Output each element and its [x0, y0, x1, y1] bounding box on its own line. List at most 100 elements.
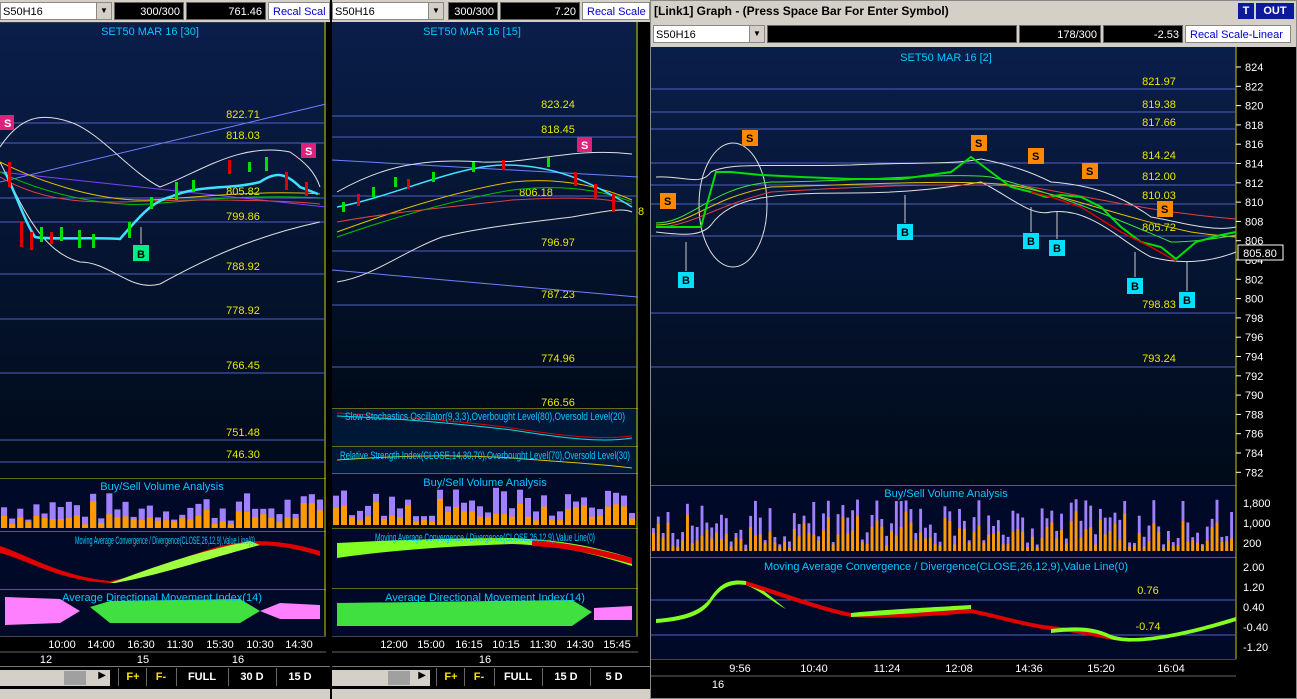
volume-bar	[421, 520, 427, 525]
bottom-toolbar: ▶ F+ F- FULL 30 D 15 D	[0, 666, 330, 690]
volume-bar	[252, 517, 259, 528]
volume-bar	[1108, 531, 1112, 551]
macd-title: Moving Average Convergence / Divergence(…	[764, 561, 1128, 573]
volume-bar	[138, 519, 145, 528]
price-axis-label: 808	[1245, 216, 1263, 228]
volume-bar	[1040, 538, 1044, 551]
volume-bar	[943, 518, 947, 551]
price-chart[interactable]: SET50 MAR 16 [30] 822.71 818.03 805.82 7…	[0, 22, 330, 478]
volume-bar	[797, 536, 801, 551]
time-label: 16:30	[127, 639, 155, 651]
volume-bar	[501, 514, 507, 525]
symbol-input[interactable]: S50H16 ▼	[653, 25, 765, 43]
time-label: 15:30	[206, 639, 234, 651]
volume-bar	[676, 546, 680, 551]
zoom-out-button[interactable]: F-	[464, 668, 493, 686]
volume-bar	[557, 520, 563, 525]
macd-axis-label: 1.20	[1243, 582, 1264, 594]
volume-bar	[933, 544, 937, 551]
level-label: 799.86	[226, 211, 260, 223]
volume-bar	[581, 505, 587, 525]
volume-bar	[227, 524, 234, 528]
zoom-in-button[interactable]: F+	[436, 668, 465, 686]
volume-bar	[405, 505, 411, 525]
volume-bar	[754, 535, 757, 551]
volume-bar	[90, 501, 97, 528]
range-5d-button[interactable]: 5 D	[590, 668, 637, 686]
window-titlebar[interactable]: [Link1] Graph - (Press Space Bar For Ent…	[651, 1, 1296, 21]
full-button[interactable]: FULL	[176, 668, 227, 686]
level-label: 817.66	[1142, 117, 1176, 129]
symbol-input[interactable]: S50H16 ▼	[0, 2, 112, 20]
recal-scale-button[interactable]: Recal Scale-Linear	[1185, 25, 1291, 43]
price-axis-label: 792	[1245, 371, 1263, 383]
price-axis-label: 822	[1245, 81, 1263, 93]
rsi-title: Relative Strength Index(CLOSE,14,30,70),…	[340, 450, 630, 462]
scroll-right-icon[interactable]: ▶	[418, 670, 426, 681]
volume-bar	[822, 530, 825, 551]
out-button[interactable]: OUT	[1256, 3, 1294, 19]
price-axis-label: 800	[1245, 294, 1263, 306]
volume-bar	[1210, 527, 1214, 551]
time-label: 16:15	[455, 639, 483, 651]
scroll-thumb[interactable]	[64, 671, 86, 685]
volume-bar	[163, 520, 170, 528]
volume-bar	[972, 532, 976, 551]
volume-bar	[82, 524, 89, 528]
chevron-down-icon[interactable]: ▼	[428, 3, 443, 19]
zoom-out-button[interactable]: F-	[146, 668, 175, 686]
scroll-thumb[interactable]	[388, 671, 410, 685]
level-label: 821.97	[1142, 76, 1176, 88]
volume-bar	[715, 532, 719, 551]
price-chart[interactable]: SET50 MAR 16 [2] 821.97 819.38 817.66 81…	[651, 47, 1296, 485]
zoom-in-button[interactable]: F+	[118, 668, 147, 686]
volume-bar	[41, 517, 48, 528]
scrollbar[interactable]: ▶	[0, 670, 110, 686]
time-label: 12:08	[945, 663, 973, 675]
range-15d-button[interactable]: 15 D	[542, 668, 589, 686]
price-axis-label: 786	[1245, 429, 1263, 441]
volume-bar	[349, 517, 355, 525]
volume-bar	[114, 517, 121, 528]
t-button[interactable]: T	[1238, 3, 1254, 19]
volume-bar	[1055, 538, 1059, 551]
volume-bar	[1045, 526, 1049, 551]
recal-scale-button[interactable]: Recal Scal	[268, 2, 330, 20]
price-axis-label: 788	[1245, 409, 1263, 421]
price-chart[interactable]: SET50 MAR 16 [15] 823.24 818.45 806.18 7…	[332, 22, 650, 408]
macd-axis-label: -0.40	[1243, 622, 1268, 634]
volume-bar	[1, 515, 8, 528]
full-button[interactable]: FULL	[494, 668, 541, 686]
volume-bar	[1220, 542, 1224, 551]
chevron-down-icon[interactable]: ▼	[96, 3, 111, 19]
scroll-right-icon[interactable]: ▶	[98, 670, 106, 681]
date-label: 16	[232, 654, 244, 666]
scrollbar[interactable]: ▶	[332, 670, 430, 686]
volume-bar	[1225, 541, 1229, 551]
volume-bar	[517, 503, 523, 525]
volume-bar	[768, 531, 772, 551]
volume-bar	[656, 523, 660, 551]
volume-bar	[788, 548, 791, 551]
volume-bar	[1123, 513, 1127, 551]
volume-bar	[967, 542, 971, 551]
stochastic-title: Slow Stochastics Oscillator(9,3,3),Overb…	[345, 411, 625, 423]
symbol-value: S50H16	[656, 29, 696, 41]
chevron-down-icon[interactable]: ▼	[749, 26, 764, 42]
price-axis-label: 810	[1245, 197, 1263, 209]
volume-bar	[1064, 543, 1068, 551]
volume-bar	[549, 519, 555, 525]
macd-chart: Moving Average Convergence / Divergence(…	[332, 528, 638, 588]
volume-bar	[890, 531, 893, 551]
adx-chart: Average Directional Movement Index(14)	[0, 589, 326, 636]
range-30d-button[interactable]: 30 D	[228, 668, 275, 686]
symbol-input[interactable]: S50H16 ▼	[332, 2, 444, 20]
volume-bar	[1171, 546, 1175, 551]
macd-axis-label: 0.40	[1243, 602, 1264, 614]
svg-text:B: B	[1027, 236, 1035, 248]
volume-bar	[812, 534, 816, 551]
recal-scale-button[interactable]: Recal Scale	[582, 2, 650, 20]
volume-bar	[671, 545, 675, 551]
range-15d-button[interactable]: 15 D	[276, 668, 323, 686]
volume-bar	[1021, 531, 1025, 551]
